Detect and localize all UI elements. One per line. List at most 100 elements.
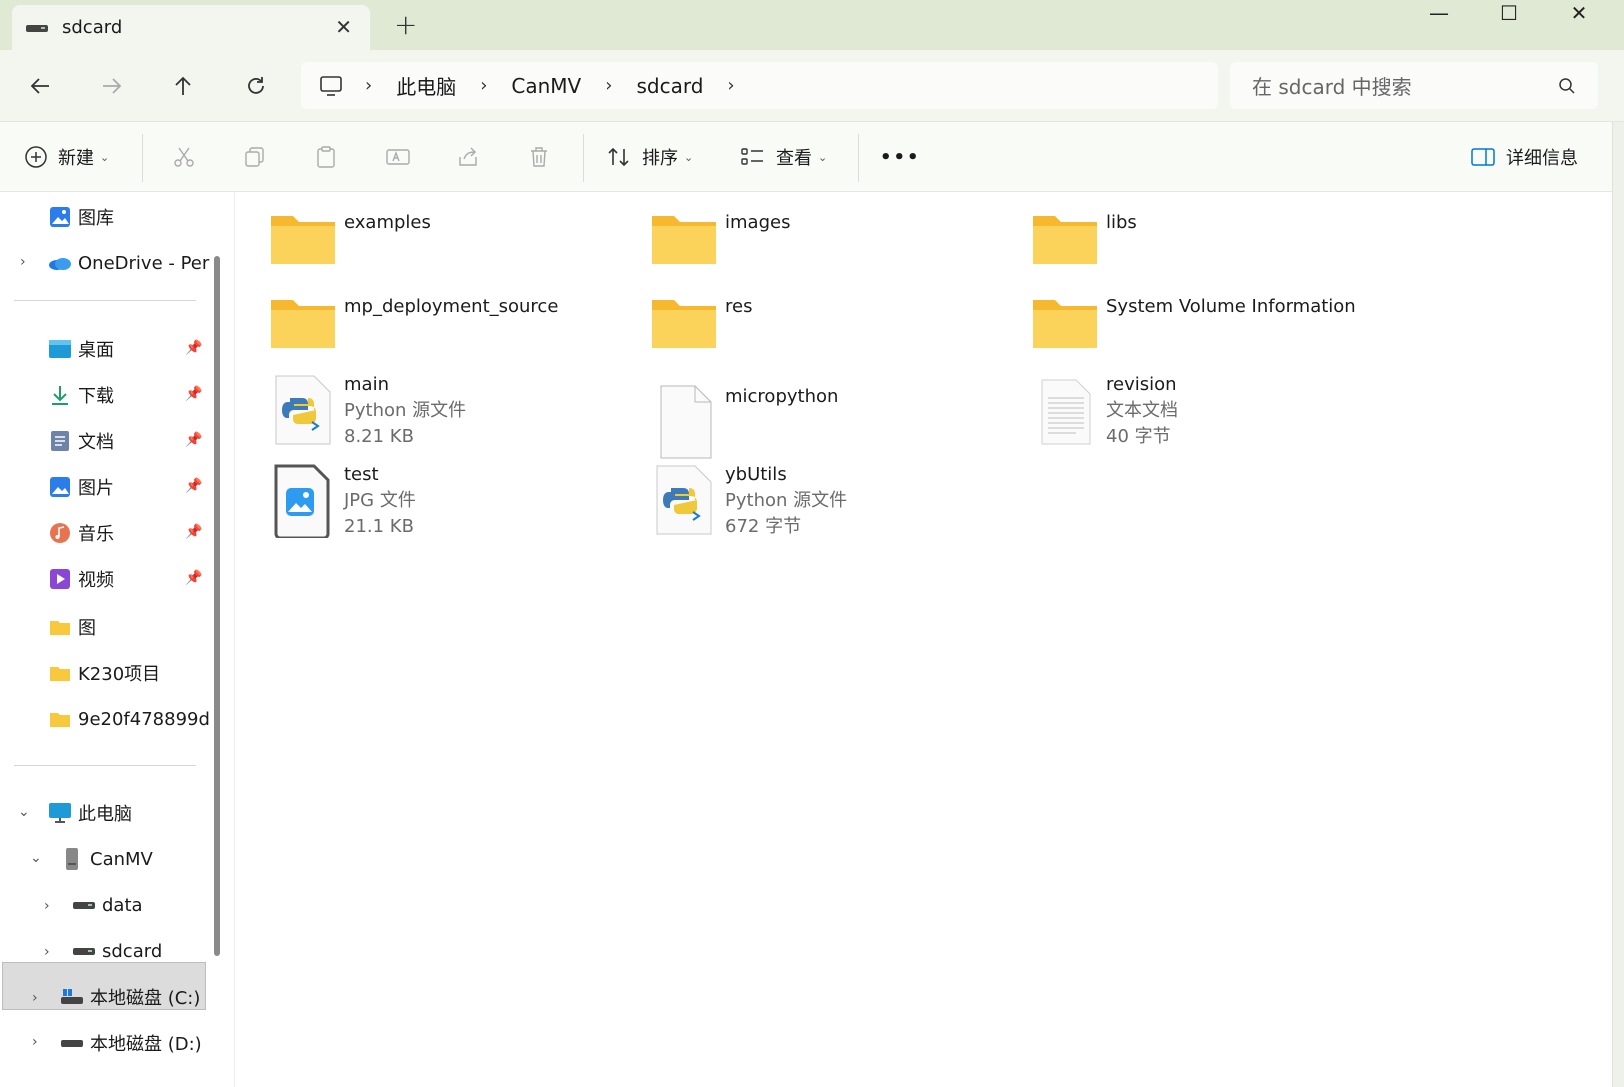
sidebar-item-label: 图库 [78,208,114,229]
forward-arrow-icon [103,78,122,94]
folder-item[interactable]: res [651,294,752,370]
share-button[interactable] [456,138,480,176]
file-item[interactable]: micropython [651,384,838,460]
sidebar-item-this-pc[interactable]: 此电脑 [48,792,132,834]
chevron-right-icon[interactable]: › [20,254,26,270]
tab-sdcard[interactable]: sdcard ✕ [12,5,370,50]
sidebar-item-music[interactable]: 音乐 [48,512,114,554]
sort-icon [608,147,629,167]
navigation-pane: 图库 › OneDrive - Per 桌面 📌 下载 📌 文档 📌 图片 📌 … [0,192,222,1087]
folder-icon [271,300,335,348]
close-window-button[interactable]: ✕ [1544,0,1614,26]
sidebar-item-drive-d[interactable]: 本地磁盘 (D:) [60,1022,202,1064]
divider [14,765,196,766]
breadcrumb-sdcard[interactable]: sdcard [636,74,703,98]
sort-button[interactable]: 排序 ⌄ [606,138,693,176]
file-item[interactable]: revision 文本文档 40 字节 [1032,372,1178,450]
sidebar-item-label: 本地磁盘 (D:) [90,1034,202,1055]
chevron-right-icon[interactable]: › [32,1034,38,1050]
breadcrumb-this-pc[interactable]: 此电脑 [396,71,456,100]
cut-button[interactable] [172,138,196,176]
sidebar-item-pictures[interactable]: 图片 [48,466,114,508]
sidebar-item-label: 桌面 [78,340,114,361]
details-button[interactable]: 详细信息 [1470,138,1578,176]
trash-icon [531,147,547,167]
file-item[interactable]: test JPG 文件 21.1 KB [270,462,416,540]
view-button[interactable]: 查看 ⌄ [740,138,827,176]
sidebar-item-label: 音乐 [78,524,114,545]
chevron-right-icon[interactable]: › [44,944,50,960]
chevron-right-icon[interactable]: › [727,75,734,96]
rename-icon [386,149,410,165]
file-name: images [725,212,791,233]
search-input[interactable]: 在 sdcard 中搜索 [1252,71,1558,100]
sidebar-item-gallery[interactable]: 图库 [48,196,114,238]
chevron-right-icon[interactable]: › [44,898,50,914]
sidebar-scrollbar[interactable] [214,256,220,956]
copy-button[interactable] [243,138,267,176]
download-icon [48,383,72,407]
file-size: 8.21 KB [344,426,414,447]
image-file-icon [274,464,330,538]
sidebar-item-desktop[interactable]: 桌面 [48,328,114,370]
search-icon[interactable] [1558,77,1576,95]
sidebar-item-documents[interactable]: 文档 [48,420,114,462]
chevron-down-icon[interactable]: ⌄ [18,804,30,820]
sidebar-item-downloads[interactable]: 下载 [48,374,114,416]
folder-item[interactable]: libs [1032,210,1137,286]
sidebar-item-drive-c[interactable]: 本地磁盘 (C:) [60,976,200,1018]
sidebar-item-label: K230项目 [78,664,161,685]
minimize-button[interactable]: — [1404,0,1474,26]
file-name: System Volume Information [1106,296,1356,317]
file-item[interactable]: ybUtils Python 源文件 672 字节 [651,462,847,540]
maximize-button[interactable]: ☐ [1474,0,1544,26]
sidebar-item-folder[interactable]: 图 [48,606,96,648]
back-button[interactable] [20,66,60,106]
sidebar-item-canmv[interactable]: CanMV [60,838,153,880]
address-bar[interactable]: › 此电脑 › CanMV › sdcard › [301,62,1218,109]
file-item[interactable]: main Python 源文件 8.21 KB [270,372,466,450]
sidebar-item-label: 图片 [78,478,114,499]
folder-item[interactable]: examples [270,210,431,286]
folder-item[interactable]: System Volume Information [1032,294,1356,370]
sidebar-item-folder[interactable]: 9e20f478899d [48,698,210,740]
chevron-down-icon[interactable]: ⌄ [30,850,42,866]
refresh-button[interactable] [236,66,276,106]
divider [858,134,859,182]
sidebar-item-sdcard[interactable]: sdcard [72,930,162,972]
folder-icon [48,661,72,685]
search-box[interactable]: 在 sdcard 中搜索 [1230,62,1598,109]
delete-button[interactable] [527,138,551,176]
drive-icon [60,1031,84,1055]
pictures-icon [48,475,72,499]
sidebar-item-data[interactable]: data [72,884,143,926]
up-button[interactable] [163,66,203,106]
chevron-right-icon: › [365,75,373,96]
paste-button[interactable] [314,138,338,176]
chevron-right-icon: › [480,75,488,96]
more-button[interactable]: ••• [880,138,921,176]
new-label: 新建 [58,148,94,169]
details-pane-icon [1471,148,1495,166]
rename-button[interactable] [385,138,411,176]
folder-item[interactable]: mp_deployment_source [270,294,558,370]
sidebar-item-label: 此电脑 [78,804,132,825]
sidebar-item-folder[interactable]: K230项目 [48,652,160,694]
breadcrumb-canmv[interactable]: CanMV [511,74,581,98]
python-file-icon [656,465,712,535]
divider [14,300,196,301]
sidebar-item-onedrive[interactable]: OneDrive - Per [48,242,209,284]
gallery-icon [48,205,72,229]
forward-button[interactable] [92,66,132,106]
sidebar-item-label: 文档 [78,432,114,453]
sidebar-item-videos[interactable]: 视频 [48,558,114,600]
new-tab-button[interactable]: + [394,8,417,41]
chevron-right-icon[interactable]: › [32,990,38,1006]
file-name: main [344,374,389,395]
pin-icon: 📌 [185,570,203,586]
sidebar-item-label: sdcard [102,940,163,962]
new-button[interactable]: 新建 ⌄ [24,138,109,176]
folder-item[interactable]: images [651,210,790,286]
close-tab-icon[interactable]: ✕ [335,15,352,39]
windows-drive-icon [60,985,84,1009]
